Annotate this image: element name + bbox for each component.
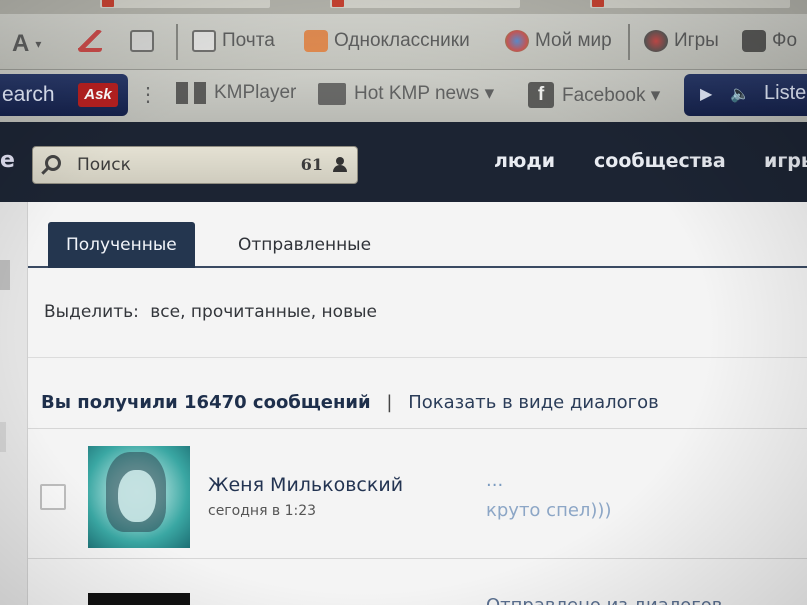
browser-tab-strip (0, 0, 807, 14)
browser-tab[interactable] (100, 0, 270, 8)
messages-page: Полученные Отправленные Выделить: все, п… (0, 202, 807, 605)
toolbar-label: Facebook ▾ (562, 84, 661, 106)
avatar[interactable] (88, 593, 190, 605)
avatar-face (118, 470, 156, 522)
search-input[interactable]: Поиск 61 (32, 146, 358, 184)
ask-search-box[interactable]: earch Ask (0, 74, 128, 116)
nav-people[interactable]: люди (494, 150, 555, 172)
select-label: Выделить: (44, 302, 139, 322)
mail-icon (192, 30, 216, 52)
facebook-icon: f (528, 82, 554, 108)
message-tabs: Полученные Отправленные (28, 222, 807, 268)
font-size-button[interactable]: A ▾ (12, 30, 41, 58)
vk-header: e Поиск 61 люди сообщества игры (0, 122, 807, 202)
odnoklassniki-icon (304, 30, 328, 52)
bookmark-odnoklassniki[interactable]: Одноклассники (304, 30, 470, 52)
bookmark-label: Мой мир (535, 30, 612, 51)
message-row[interactable]: Женя Мильковский сегодня в 1:23 ... крут… (28, 434, 807, 554)
play-icon[interactable]: ▶ (700, 84, 712, 104)
toolbar-label: KMPlayer (214, 82, 297, 103)
logo-edge: e (0, 148, 15, 173)
left-sidebar-edge (0, 202, 28, 605)
messages-summary: Вы получили 16470 сообщений | Показать в… (41, 392, 659, 413)
bookmark-mail[interactable]: Почта (192, 30, 275, 52)
browser-tab[interactable] (330, 0, 520, 8)
tab-sent[interactable]: Отправленные (220, 222, 389, 268)
toolbar-grip[interactable]: ⋮ (138, 82, 158, 107)
games-icon (644, 30, 668, 52)
grip-icon: ⋮ (138, 84, 158, 106)
message-checkbox[interactable] (40, 484, 66, 510)
message-row[interactable]: Отправлено из диалогов (28, 558, 807, 605)
highlight-button[interactable] (78, 30, 102, 52)
bookmark-my-world[interactable]: Мой мир (505, 30, 612, 52)
message-preview[interactable]: круто спел))) (486, 500, 611, 521)
bookmark-games[interactable]: Игры (644, 30, 719, 52)
message-note: Отправлено из диалогов (486, 595, 722, 605)
bookmarks-toolbar: A ▾ Почта Одноклассники Мой мир Игры Фо (0, 14, 807, 70)
bookmark-label: Почта (222, 30, 275, 51)
chevron-down-icon: ▾ (35, 37, 42, 51)
volume-icon[interactable]: 🔈 (730, 84, 750, 104)
messages-panel: Полученные Отправленные Выделить: все, п… (28, 202, 807, 605)
search-label: earch (2, 83, 55, 106)
toolbar-separator (628, 24, 630, 60)
tab-received[interactable]: Полученные (48, 222, 195, 268)
divider (28, 357, 807, 358)
bookmark-label: Игры (674, 30, 719, 51)
ask-logo: Ask (78, 83, 118, 107)
online-count: 61 (300, 155, 323, 174)
my-world-icon (505, 30, 529, 52)
show-as-dialogs-link[interactable]: Показать в виде диалогов (408, 392, 659, 413)
font-icon: A (12, 30, 30, 57)
avatar[interactable] (88, 446, 190, 548)
message-time: сегодня в 1:23 (208, 503, 317, 519)
nav-games[interactable]: игры (764, 150, 807, 172)
sidebar-marker (0, 422, 6, 452)
player-label: Liste (764, 82, 807, 104)
kmplayer-icon (176, 82, 206, 104)
select-options-links[interactable]: все, прочитанные, новые (150, 302, 377, 322)
browser-tab[interactable] (590, 0, 790, 8)
person-icon (333, 157, 347, 173)
sender-name[interactable]: Женя Мильковский (208, 474, 403, 496)
clipboard-button[interactable] (130, 30, 154, 52)
highlighter-icon (78, 30, 102, 52)
search-placeholder: Поиск (77, 155, 131, 175)
divider (28, 428, 807, 429)
toolbar-separator (176, 24, 178, 60)
toolbar-label: Hot KMP news ▾ (354, 83, 495, 104)
bookmark-label: Одноклассники (334, 30, 470, 51)
bookmark-photo[interactable]: Фо (742, 30, 797, 52)
bookmark-label: Фо (772, 30, 798, 51)
search-icon (45, 155, 61, 171)
messages-count: Вы получили 16470 сообщений (41, 392, 371, 413)
clipboard-icon (130, 30, 154, 52)
media-player-widget[interactable]: ▶ 🔈 Liste (684, 74, 807, 116)
kmplayer-button[interactable]: KMPlayer (176, 82, 296, 104)
nav-communities[interactable]: сообщества (594, 150, 726, 172)
message-title[interactable]: ... (486, 470, 503, 491)
addon-toolbar: earch Ask ⋮ KMPlayer Hot KMP news ▾ f Fa… (0, 70, 807, 122)
select-filter: Выделить: все, прочитанные, новые (44, 302, 377, 322)
summary-separator: | (386, 392, 393, 413)
sidebar-marker (0, 260, 10, 290)
hot-kmp-news-button[interactable]: Hot KMP news ▾ (318, 82, 494, 105)
rss-icon (318, 82, 346, 105)
photo-icon (742, 30, 766, 52)
facebook-button[interactable]: f Facebook ▾ (528, 82, 660, 108)
